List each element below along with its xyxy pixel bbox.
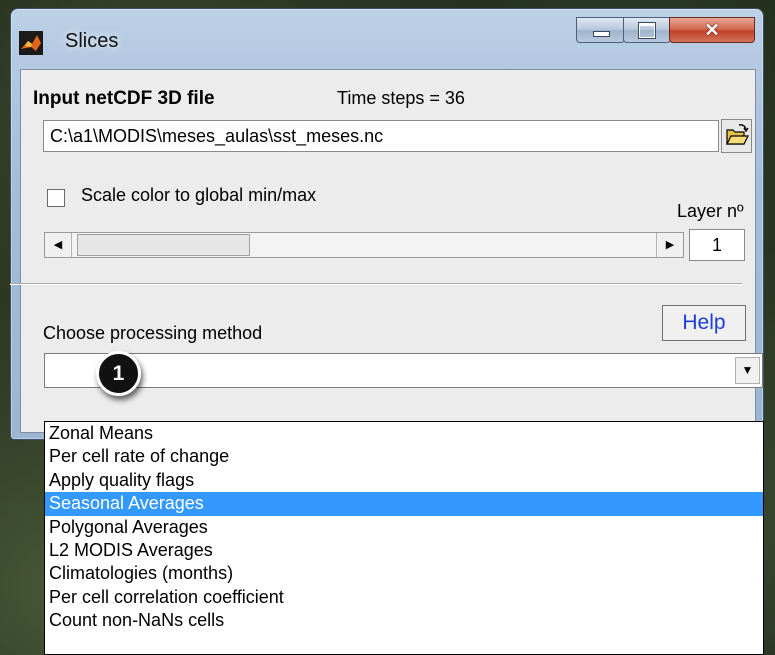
close-icon: ✕ — [704, 20, 720, 40]
scroll-left-icon[interactable]: ◀ — [45, 233, 72, 257]
minimize-icon — [593, 31, 610, 37]
help-button[interactable]: Help — [662, 305, 746, 341]
processing-method-select[interactable]: ▼ — [44, 353, 763, 388]
dropdown-option[interactable]: Apply quality flags — [45, 469, 763, 492]
title-bar[interactable]: Slices ✕ — [11, 9, 763, 69]
window-title: Slices — [65, 30, 119, 52]
section-divider — [10, 283, 742, 285]
open-folder-icon — [726, 124, 749, 145]
step-number-badge: 1 — [96, 351, 141, 396]
layer-scrollbar[interactable]: ◀ ▶ — [44, 232, 684, 258]
dropdown-option[interactable]: Per cell rate of change — [45, 445, 763, 468]
minimize-button[interactable] — [576, 17, 625, 43]
scale-color-label: Scale color to global min/max — [81, 185, 317, 205]
processing-method-dropdown: Zonal Means Per cell rate of change Appl… — [44, 421, 764, 655]
dropdown-option[interactable]: Per cell correlation coefficient — [45, 586, 763, 609]
input-file-label: Input netCDF 3D file — [33, 88, 215, 109]
maximize-icon — [639, 23, 655, 38]
layer-number-input[interactable]: 1 — [689, 229, 745, 261]
chevron-down-icon[interactable]: ▼ — [735, 357, 760, 384]
dropdown-option[interactable]: L2 MODIS Averages — [45, 539, 763, 562]
dropdown-option[interactable]: Count non-NaNs cells — [45, 609, 763, 632]
file-path-input[interactable]: C:\a1\MODIS\meses_aulas\sst_meses.nc — [43, 120, 719, 152]
scrollbar-thumb[interactable] — [77, 234, 250, 256]
dropdown-option[interactable]: Zonal Means — [45, 422, 763, 445]
browse-folder-button[interactable] — [721, 119, 752, 153]
dropdown-option[interactable]: Climatologies (months) — [45, 562, 763, 585]
scale-color-checkbox[interactable] — [47, 189, 65, 207]
close-button[interactable]: ✕ — [669, 17, 755, 43]
maximize-button[interactable] — [623, 17, 671, 43]
processing-method-label: Choose processing method — [43, 323, 263, 343]
scroll-right-icon[interactable]: ▶ — [656, 233, 683, 257]
dropdown-option[interactable]: Polygonal Averages — [45, 516, 763, 539]
time-steps-label: Time steps = 36 — [337, 88, 465, 108]
matlab-icon — [19, 31, 43, 55]
layer-label: Layer nº — [677, 201, 744, 221]
dropdown-option-selected[interactable]: Seasonal Averages — [45, 492, 763, 516]
